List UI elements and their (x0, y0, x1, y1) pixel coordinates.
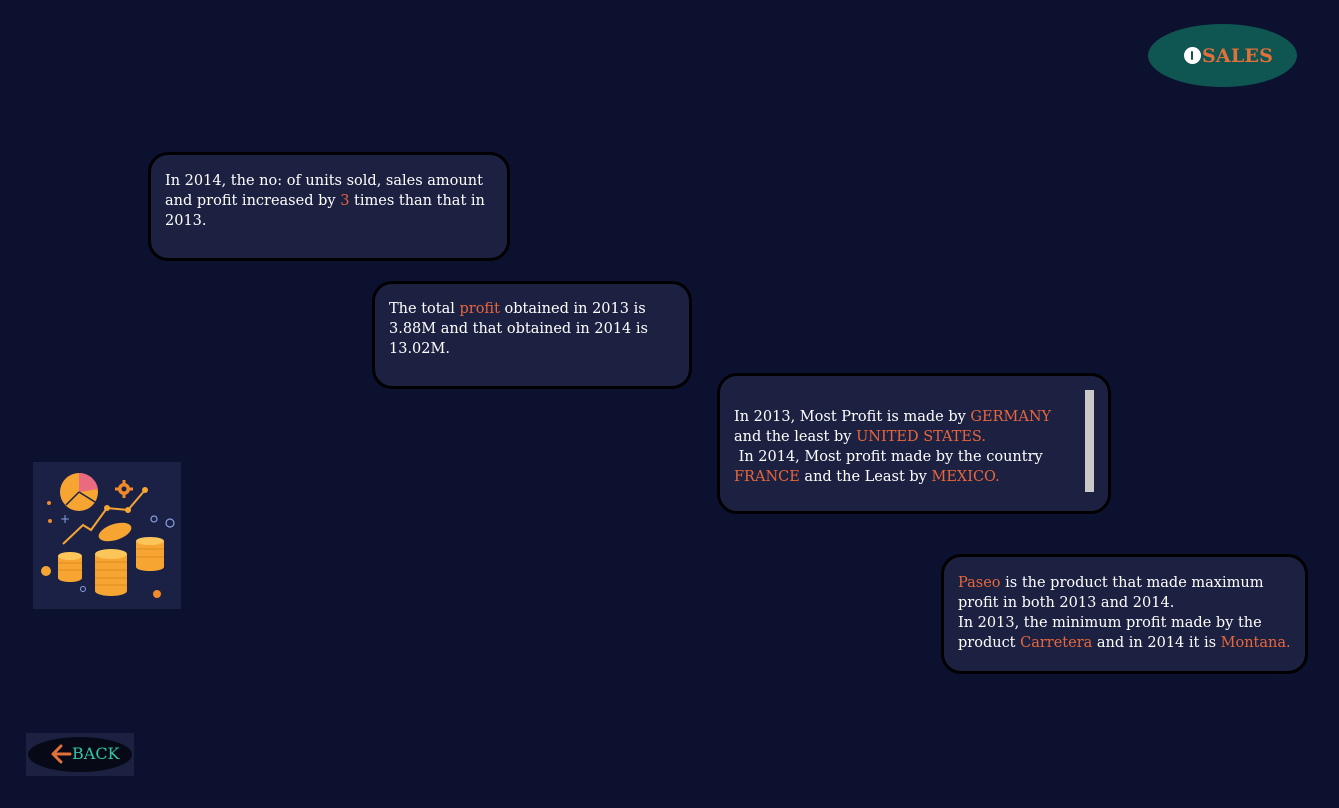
highlight-text: GERMANY (970, 409, 1052, 425)
back-label: BACK (72, 744, 120, 763)
arrow-left-icon (51, 744, 72, 764)
body-text: and the least by (734, 429, 857, 445)
insight-text: In 2013, Most Profit is made by GERMANY … (734, 407, 1078, 487)
insight-card-total-profit: The total profit obtained in 2013 is 3.8… (372, 281, 692, 389)
highlight-text: Paseo (958, 575, 1001, 591)
body-text: The total (389, 301, 460, 317)
highlight-text: FRANCE (734, 469, 800, 485)
power-icon (1183, 47, 1201, 64)
insight-card-product-profit: Paseo is the product that made maximum p… (941, 554, 1308, 674)
highlight-text: profit (459, 301, 500, 317)
insight-card-country-profit: In 2013, Most Profit is made by GERMANY … (717, 373, 1111, 514)
body-text: and the Least by (799, 469, 932, 485)
insight-text: The total profit obtained in 2013 is 3.8… (389, 299, 675, 359)
sales-button[interactable]: SALES (1148, 24, 1297, 87)
highlight-text: Carretera (1020, 635, 1093, 651)
insight-card-units-growth: In 2014, the no: of units sold, sales am… (148, 152, 510, 261)
svg-text:+: + (60, 512, 70, 526)
scrollbar[interactable] (1085, 390, 1094, 492)
body-text: In 2014, Most profit made by the country (734, 449, 1043, 465)
body-text: and in 2014 it is (1092, 635, 1221, 651)
highlight-text: MEXICO. (931, 469, 1000, 485)
sales-label: SALES (1201, 44, 1274, 67)
insight-text: Paseo is the product that made maximum p… (958, 573, 1291, 653)
body-text: is the product that made maximum profit … (958, 575, 1264, 611)
insight-text: In 2014, the no: of units sold, sales am… (165, 171, 493, 231)
body-text: In 2013, Most Profit is made by (734, 409, 971, 425)
back-button[interactable]: BACK (26, 733, 134, 776)
finance-coins-chart-icon: + (33, 462, 181, 609)
highlight-text: Montana. (1220, 635, 1291, 651)
highlight-text: UNITED STATES. (856, 429, 986, 445)
